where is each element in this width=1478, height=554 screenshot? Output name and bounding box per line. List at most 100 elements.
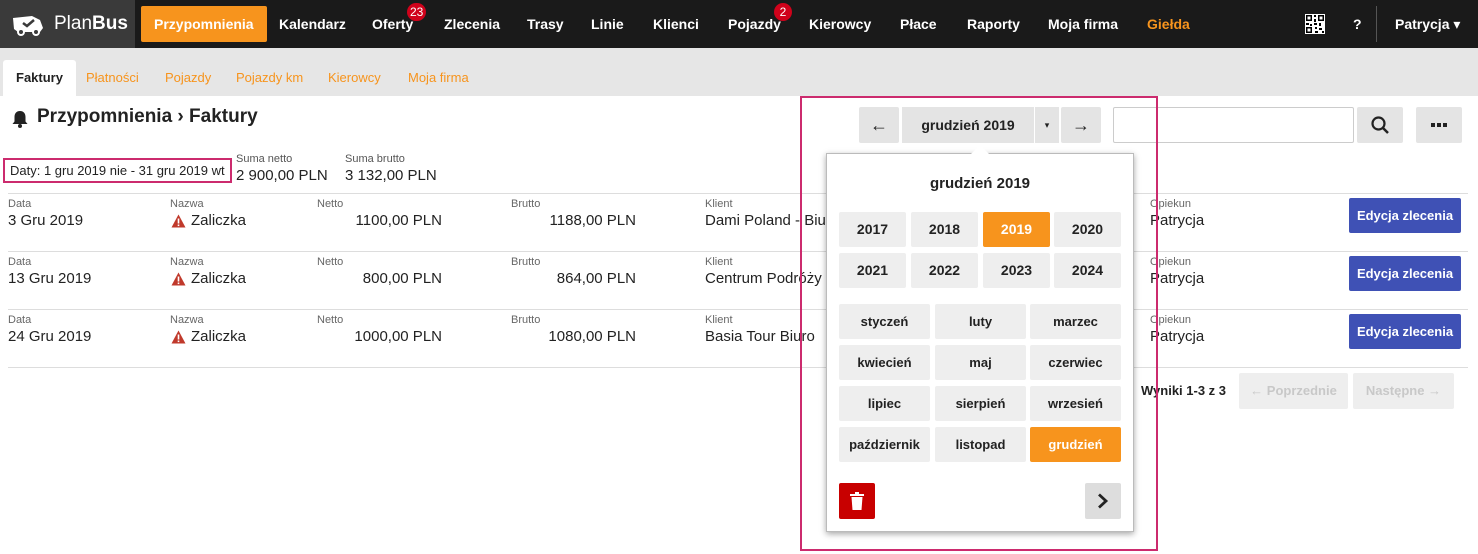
warning-icon — [171, 214, 186, 228]
trash-icon — [850, 492, 864, 510]
opiekun-col-label: Opiekun — [1150, 198, 1191, 210]
klient-col-label: Klient — [705, 314, 733, 326]
popup-next-button[interactable] — [1085, 483, 1121, 519]
month-pazdziernik[interactable]: październik — [839, 427, 930, 462]
warning-icon — [171, 272, 186, 286]
nav-divider — [1376, 6, 1377, 42]
nav-kierowcy[interactable]: Kierowcy — [809, 0, 871, 48]
nazwa-col-label: Nazwa — [170, 314, 204, 326]
year-2017[interactable]: 2017 — [839, 212, 906, 247]
nazwa-value: Zaliczka — [191, 212, 247, 229]
brutto-value: 864,00 PLN — [556, 270, 636, 287]
popup-title: grudzień 2019 — [929, 175, 1031, 192]
month-marzec[interactable]: marzec — [1030, 304, 1121, 339]
month-sierpien[interactable]: sierpień — [935, 386, 1026, 421]
nav-moja-firma[interactable]: Moja firma — [1048, 0, 1118, 48]
year-2021[interactable]: 2021 — [839, 253, 906, 288]
netto-value: 800,00 PLN — [362, 270, 442, 287]
caret-down-icon[interactable]: ▾ — [1035, 107, 1059, 143]
nav-zlecenia[interactable]: Zlecenia — [444, 0, 500, 48]
year-2020[interactable]: 2020 — [1054, 212, 1121, 247]
nav-gielda[interactable]: Giełda — [1147, 0, 1190, 48]
brutto-col-label: Brutto — [511, 314, 541, 326]
klient-value[interactable]: Centrum Podróży — [705, 270, 822, 287]
nav-przypomnienia[interactable]: Przypomnienia — [141, 6, 267, 42]
month-styczen[interactable]: styczeń — [839, 304, 930, 339]
date-range-label[interactable]: Daty: 1 gru 2019 nie - 31 gru 2019 wt — [3, 158, 232, 183]
edit-order-button[interactable]: Edycja zlecenia — [1349, 314, 1461, 349]
year-2022[interactable]: 2022 — [911, 253, 978, 288]
month-lipiec[interactable]: lipiec — [839, 386, 930, 421]
nazwa-value: Zaliczka — [191, 270, 247, 287]
search-button[interactable] — [1357, 107, 1403, 143]
opiekun-col-label: Opiekun — [1150, 314, 1191, 326]
page-title: Przypomnienia › Faktury — [37, 106, 258, 127]
nav-pojazdy[interactable]: Pojazdy — [728, 0, 781, 48]
next-page-button[interactable]: Następne → — [1353, 373, 1454, 409]
month-grudzien[interactable]: grudzień — [1030, 427, 1121, 462]
row-divider — [8, 367, 1468, 368]
month-listopad[interactable]: listopad — [935, 427, 1026, 462]
month-picker-popup — [826, 153, 1134, 532]
brutto-col-label: Brutto — [511, 198, 541, 210]
search-input[interactable] — [1113, 107, 1354, 143]
prev-month-button[interactable]: ← — [859, 107, 899, 143]
popup-arrow — [971, 145, 989, 154]
pojazdy-badge: 2 — [774, 3, 792, 21]
klient-col-label: Klient — [705, 256, 733, 268]
next-month-button[interactable]: → — [1061, 107, 1101, 143]
logo-text: PlanBus — [54, 13, 128, 34]
month-wrzesien[interactable]: wrzesień — [1030, 386, 1121, 421]
nav-kalendarz[interactable]: Kalendarz — [279, 0, 346, 48]
nav-place[interactable]: Płace — [900, 0, 937, 48]
warning-icon — [171, 330, 186, 344]
more-options-button[interactable] — [1416, 107, 1462, 143]
year-2018[interactable]: 2018 — [911, 212, 978, 247]
data-col-label: Data — [8, 198, 32, 210]
bell-icon — [12, 111, 28, 128]
qr-code-icon[interactable] — [1305, 14, 1325, 34]
data-value: 3 Gru 2019 — [8, 212, 84, 229]
data-col-label: Data — [8, 314, 32, 326]
nav-trasy[interactable]: Trasy — [527, 0, 564, 48]
opiekun-value: Patrycja — [1150, 270, 1205, 287]
tab-kierowcy[interactable]: Kierowcy — [328, 60, 381, 96]
month-luty[interactable]: luty — [935, 304, 1026, 339]
tab-pojazdy[interactable]: Pojazdy — [165, 60, 211, 96]
year-2023[interactable]: 2023 — [983, 253, 1050, 288]
tab-platnosci[interactable]: Płatności — [86, 60, 139, 96]
row-divider — [8, 251, 1468, 252]
klient-value[interactable]: Basia Tour Biuro — [705, 328, 815, 345]
tab-faktury[interactable]: Faktury — [3, 60, 76, 96]
bus-logo-icon — [13, 16, 43, 36]
netto-value: 1100,00 PLN — [355, 212, 442, 229]
data-col-label: Data — [8, 256, 32, 268]
year-2019[interactable]: 2019 — [983, 212, 1050, 247]
nav-linie[interactable]: Linie — [591, 0, 624, 48]
data-value: 24 Gru 2019 — [8, 328, 92, 345]
arrow-left-icon: ← — [870, 114, 888, 135]
nav-klienci[interactable]: Klienci — [653, 0, 699, 48]
more-dots-icon — [1431, 123, 1447, 127]
clear-date-button[interactable] — [839, 483, 875, 519]
klient-value[interactable]: Dami Poland - Biu — [705, 212, 826, 229]
help-button[interactable]: ? — [1353, 0, 1362, 48]
month-select[interactable]: grudzień 2019 — [902, 107, 1034, 143]
netto-value: 1000,00 PLN — [354, 328, 442, 345]
tab-moja-firma[interactable]: Moja firma — [408, 60, 469, 96]
row-divider — [8, 309, 1468, 310]
month-kwiecien[interactable]: kwiecień — [839, 345, 930, 380]
nav-raporty[interactable]: Raporty — [967, 0, 1020, 48]
user-menu[interactable]: Patrycja ▾ — [1395, 0, 1460, 48]
year-2024[interactable]: 2024 — [1054, 253, 1121, 288]
netto-sum-label: Suma netto — [236, 153, 293, 165]
tab-pojazdy-km[interactable]: Pojazdy km — [236, 60, 303, 96]
edit-order-button[interactable]: Edycja zlecenia — [1349, 198, 1461, 233]
edit-order-button[interactable]: Edycja zlecenia — [1349, 256, 1461, 291]
prev-page-button[interactable]: ← Poprzednie — [1239, 373, 1348, 409]
row-divider — [8, 193, 1468, 194]
app-logo[interactable]: PlanBus — [0, 0, 135, 48]
nazwa-col-label: Nazwa — [170, 198, 204, 210]
month-maj[interactable]: maj — [935, 345, 1026, 380]
month-czerwiec[interactable]: czerwiec — [1030, 345, 1121, 380]
